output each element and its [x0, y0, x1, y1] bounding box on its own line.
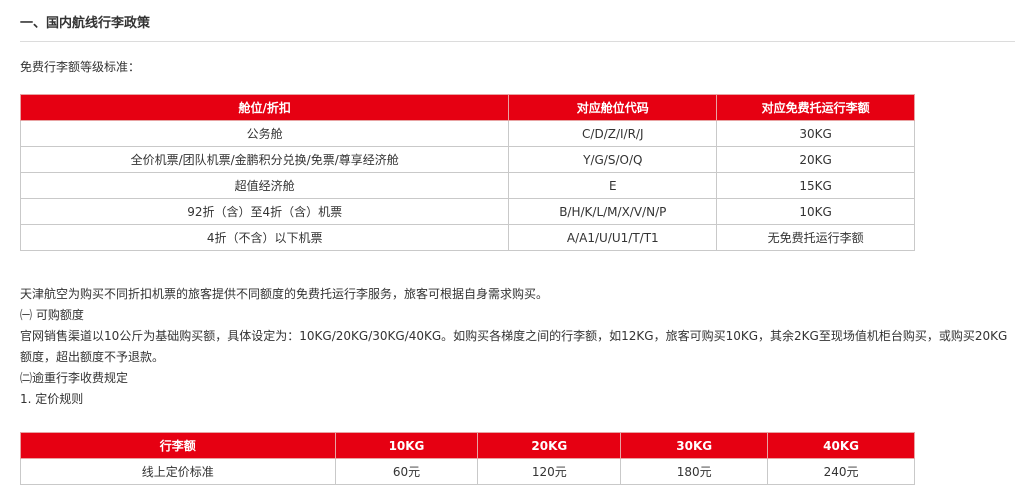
header-cabin-code: 对应舱位代码	[508, 94, 718, 121]
table-row: 92折（含）至4折（含）机票 B/H/K/L/M/X/V/N/P 10KG	[19, 198, 915, 225]
header-30kg: 30KG	[620, 432, 769, 459]
price-cell: 240元	[767, 458, 915, 485]
allowance-cell: 30KG	[716, 120, 915, 147]
table-row: 4折（不含）以下机票 A/A1/U/U1/T/T1 无免费托运行李额	[19, 224, 915, 251]
code-cell: E	[508, 172, 718, 199]
allowance-cell: 无免费托运行李额	[716, 224, 915, 251]
allowance-cell: 20KG	[716, 146, 915, 173]
price-cell: 120元	[477, 458, 622, 485]
pricing-table: 行李额 10KG 20KG 30KG 40KG 线上定价标准 60元 120元 …	[20, 432, 915, 485]
header-20kg: 20KG	[477, 432, 622, 459]
purchase-description: 天津航空为购买不同折扣机票的旅客提供不同额度的免费托运行李服务，旅客可根据自身需…	[20, 287, 549, 301]
header-cabin-discount: 舱位/折扣	[19, 94, 510, 121]
table-header-row: 行李额 10KG 20KG 30KG 40KG	[20, 432, 915, 459]
code-cell: A/A1/U/U1/T/T1	[508, 224, 718, 251]
table-row: 公务舱 C/D/Z/I/R/J 30KG	[19, 120, 915, 147]
purchase-rules-text: 官网销售渠道以10公斤为基础购买额，具体设定为：10KG/20KG/30KG/4…	[20, 329, 1008, 364]
header-baggage-amount: 行李额	[20, 432, 336, 459]
header-free-allowance: 对应免费托运行李额	[716, 94, 915, 121]
allowance-cell: 10KG	[716, 198, 915, 225]
price-standard-label: 线上定价标准	[20, 458, 336, 485]
excess-baggage-heading: ㈡逾重行李收费规定	[20, 371, 129, 385]
cabin-cell: 公务舱	[19, 120, 510, 147]
table-row: 线上定价标准 60元 120元 180元 240元	[20, 458, 915, 485]
code-cell: B/H/K/L/M/X/V/N/P	[508, 198, 718, 225]
cabin-cell: 全价机票/团队机票/金鹏积分兑换/免票/尊享经济舱	[19, 146, 510, 173]
baggage-standard-intro: 免费行李额等级标准：	[20, 60, 141, 74]
header-40kg: 40KG	[767, 432, 915, 459]
section-title: 一、国内航线行李政策	[20, 16, 151, 31]
table-header-row: 舱位/折扣 对应舱位代码 对应免费托运行李额	[19, 94, 915, 121]
cabin-cell: 92折（含）至4折（含）机票	[19, 198, 510, 225]
price-cell: 60元	[334, 458, 479, 485]
table-row: 超值经济舱 E 15KG	[19, 172, 915, 199]
free-baggage-table: 舱位/折扣 对应舱位代码 对应免费托运行李额 公务舱 C/D/Z/I/R/J 3…	[19, 94, 915, 251]
code-cell: C/D/Z/I/R/J	[508, 120, 718, 147]
price-cell: 180元	[620, 458, 769, 485]
table-row: 全价机票/团队机票/金鹏积分兑换/免票/尊享经济舱 Y/G/S/O/Q 20KG	[19, 146, 915, 173]
section-divider	[20, 41, 1015, 42]
allowance-cell: 15KG	[716, 172, 915, 199]
pricing-rules-heading: 1. 定价规则	[20, 392, 84, 406]
purchasable-amount-heading: ㈠ 可购额度	[20, 308, 84, 322]
code-cell: Y/G/S/O/Q	[508, 146, 718, 173]
cabin-cell: 4折（不含）以下机票	[19, 224, 510, 251]
cabin-cell: 超值经济舱	[19, 172, 510, 199]
header-10kg: 10KG	[334, 432, 479, 459]
